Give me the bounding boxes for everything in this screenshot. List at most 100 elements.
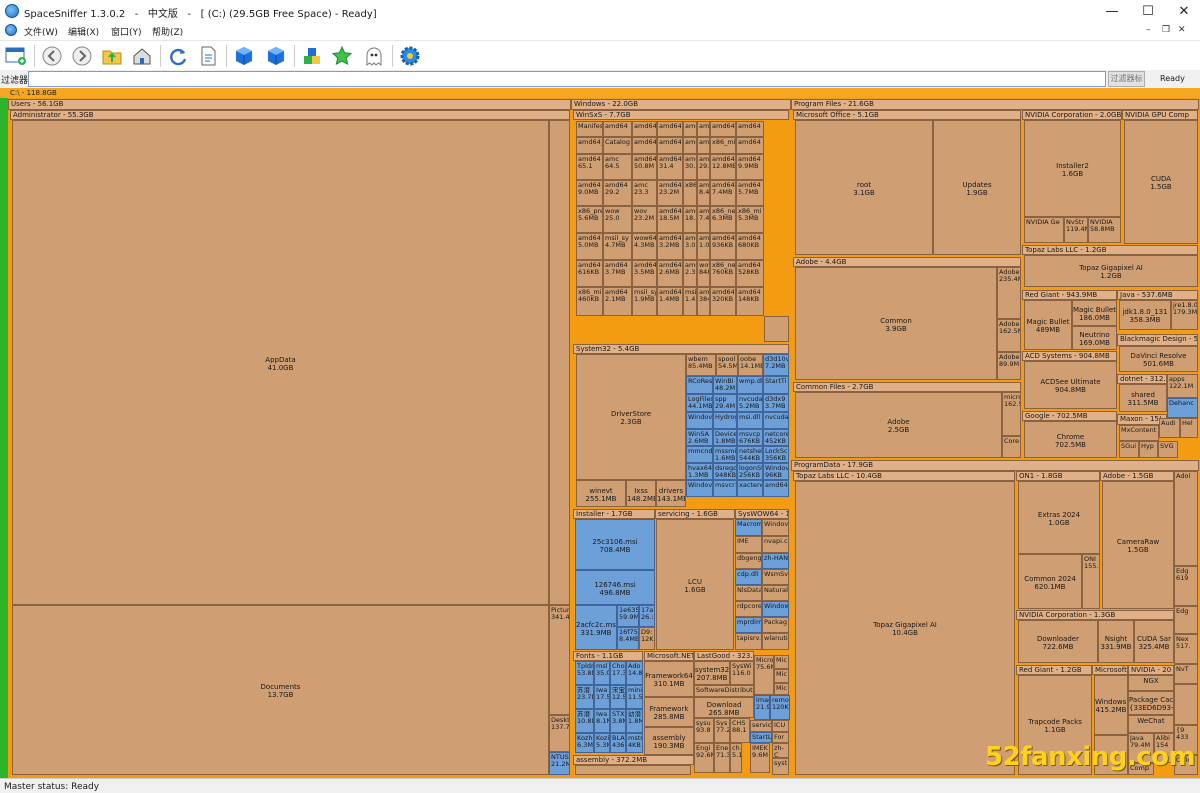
app-menu-icon[interactable] [5,24,17,36]
folder-header[interactable]: ProgramData - 17.9GB [791,460,1199,471]
folder-header[interactable]: Installer - 1.7GB [573,509,655,519]
folder-block[interactable]: LCU 1.6GB [656,519,734,650]
misc-block[interactable]: ICU [772,720,789,732]
folder-header[interactable]: System32 - 5.4GB [573,344,789,354]
folder-header[interactable]: WinSxS - 7.7GB [573,110,789,120]
font-block[interactable]: BLA 436K [610,733,626,753]
folder-block[interactable]: drivers 143.1MB [656,480,686,507]
folder-block[interactable] [1174,684,1198,725]
folder-header[interactable]: SysWOW64 - 1.2 [735,509,789,519]
folder-block[interactable]: Adol [1174,471,1198,566]
font-block[interactable]: STX 3.8M [610,709,626,733]
folder-header[interactable]: Red Giant - 1.2GB [1016,665,1092,675]
misc-block[interactable]: remo 120K [770,695,790,720]
folder-block[interactable]: oobe 14.1MB [738,354,763,376]
folder-block[interactable]: Magic Bullet 489MB [1024,300,1072,350]
winsxs-block[interactable]: amd64 1.4MB [657,287,683,316]
misc-block[interactable]: Mic [774,655,789,669]
syswow-block[interactable]: Natural [762,585,789,601]
winsxs-block[interactable]: amd64 7.4MB [697,206,710,233]
folder-block[interactable]: spool 54.5M [716,354,738,376]
folder-block[interactable]: Common 2024 620.1MB [1018,554,1082,609]
folder-block[interactable]: winevt 255.1MB [576,480,626,507]
folder-block[interactable]: Extras 2024 1.0GB [1018,481,1100,554]
back-button[interactable] [40,44,64,68]
misc-block[interactable]: syst [772,758,789,775]
winsxs-block[interactable]: amd64 [736,121,764,137]
syswow-block[interactable]: Macrom [735,519,762,536]
folder-header[interactable]: Google - 702.5MB [1022,411,1117,421]
folder-block[interactable]: NGX [1128,675,1174,691]
file-block[interactable]: 1e635 59.9M [617,605,639,627]
winsxs-block[interactable]: amd64 [736,137,764,154]
menu-file[interactable]: 文件(W) [24,25,58,38]
folder-block[interactable]: Audi [1159,418,1180,438]
folder-header[interactable]: Topaz Labs LLC - 10.4GB [793,471,1015,481]
folder-header[interactable]: NVIDIA Corporation - 2.0GB [1022,110,1122,120]
folder-block[interactable]: Topaz Gigapixel AI 1.2GB [1024,255,1198,287]
file-block[interactable]: StartTi [763,376,789,394]
winsxs-block[interactable]: amd64 [683,137,697,154]
font-block[interactable]: Iwa 17.5 [594,685,610,709]
winsxs-block[interactable]: amd64 [632,121,657,137]
cube-button-1[interactable] [232,44,256,68]
folder-header[interactable]: Microsoft.NET [644,651,694,661]
syswow-block[interactable]: rdpcore. [735,601,762,617]
winsxs-block[interactable]: wow64 4.3MB [632,233,657,260]
folder-block[interactable]: Adobe 235.4M [997,267,1021,319]
winsxs-block[interactable]: msil_sy 1.4MB [683,287,697,316]
refresh-button[interactable] [166,44,190,68]
folder-header[interactable]: NVIDIA - 20 [1128,665,1174,675]
winsxs-block[interactable]: amd64 [710,121,736,137]
folder-block[interactable]: Framework64 310.1MB [644,661,694,697]
folder-block[interactable]: jdk1.8.0_131 358.3MB [1119,300,1171,330]
folder-block[interactable]: Windows I 415.2MB [1094,675,1128,735]
misc-block[interactable]: ch 5.1 [730,743,742,773]
winsxs-block[interactable]: amd64 320KB [710,287,736,316]
winsxs-block[interactable]: amd64 148KB [736,287,764,316]
folder-block[interactable]: SoftwareDistribut [694,685,754,697]
misc-block[interactable]: Sys 77.2 [714,718,730,743]
file-block[interactable]: 16f75 8.4MB [617,627,639,650]
folder-block[interactable]: micro 162.5 [1002,392,1021,436]
file-block[interactable]: spp 29.4M [713,394,737,412]
winsxs-block[interactable]: wow 25.0 [603,206,632,233]
folder-block[interactable]: assembly 190.3MB [644,727,694,755]
file-block[interactable]: Windov [686,480,713,497]
folder-header[interactable]: Microsoft Office - 5.1GB [793,110,1021,120]
winsxs-block[interactable]: amd64 5.7MB [736,180,764,206]
file-block[interactable]: Windov [686,412,713,429]
syswow-block[interactable]: Packag [762,617,789,633]
new-scan-button[interactable] [4,44,28,68]
file-block[interactable]: dsregcm 948KB [713,463,737,480]
winsxs-block[interactable]: amd64 3.7MB [603,260,632,287]
winsxs-block[interactable]: amd64 2.6MB [657,260,683,287]
winsxs-block[interactable]: amd64 616KB [576,260,603,287]
folder-block[interactable]: Magic Bullet 186.0MB [1072,300,1117,326]
folder-header[interactable]: Topaz Labs LLC - 1.2GB [1022,245,1198,255]
folder-block[interactable]: Framework 285.8MB [644,697,694,727]
folder-block[interactable] [549,120,570,605]
filter-tag-button[interactable]: 过滤器标记 [1108,71,1145,97]
winsxs-block[interactable]: amd64 [697,121,710,137]
syswow-block[interactable]: cdp.dll [735,569,762,585]
folder-block[interactable]: ONI 155.: [1082,554,1100,609]
folder-block[interactable]: DriverStore 2.3GB [576,354,686,480]
folder-block[interactable]: AppData 41.0GB [12,120,549,605]
folder-block[interactable]: NVIDIA 58.8MB [1088,217,1121,243]
folder-block[interactable]: system32 207.8MB [694,661,730,685]
winsxs-block[interactable]: msil_sy 4.7MB [603,233,632,260]
folder-block[interactable]: SGui [1119,441,1139,458]
misc-block[interactable]: For [772,732,789,743]
folder-header[interactable]: dotnet - 312.6 [1117,374,1167,384]
winsxs-block[interactable]: amd 30.5 [683,154,697,180]
folder-block[interactable]: apps 122.1M [1167,374,1198,398]
winsxs-block[interactable]: x86_ne 6.3MB [710,206,736,233]
menu-window[interactable]: 窗口(Y) [111,25,142,38]
up-folder-button[interactable] [100,44,124,68]
folder-header[interactable]: ON1 - 1.8GB [1016,471,1100,481]
folder-block[interactable]: Package Cac {33ED6D93- [1128,691,1174,715]
folder-block[interactable] [575,765,691,775]
file-block[interactable]: msvcr1 [713,480,737,497]
winsxs-block[interactable]: amd64 [657,137,683,154]
